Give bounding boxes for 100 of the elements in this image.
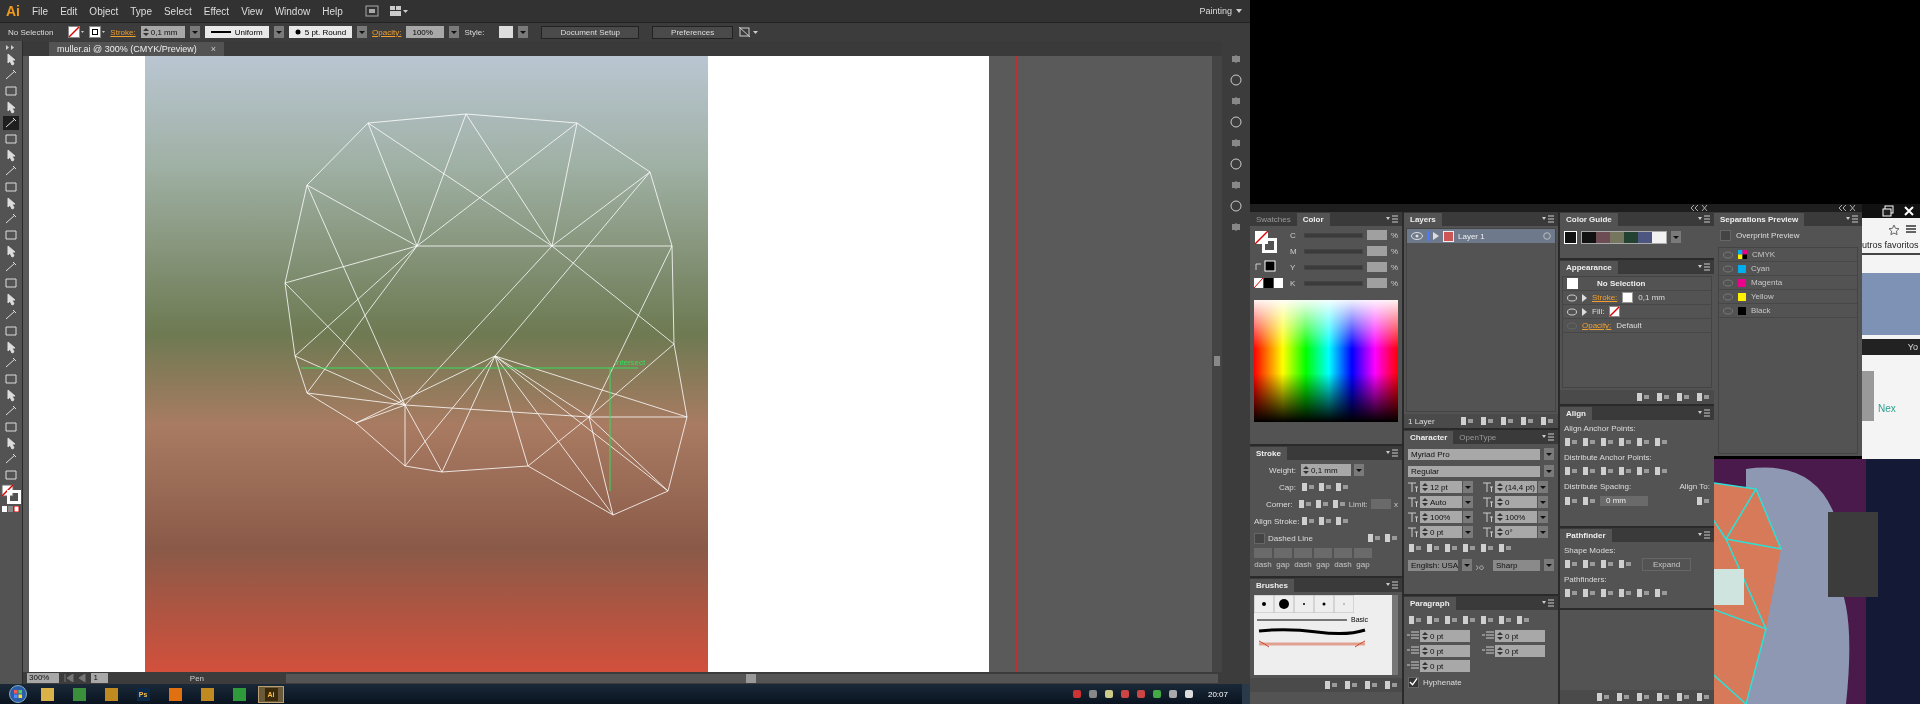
artboard-field[interactable]: 1	[91, 673, 108, 683]
video-title: Yo	[1907, 342, 1918, 352]
panel-tab[interactable]: Layers	[1404, 213, 1442, 226]
attribute-value: Default	[1616, 321, 1642, 330]
field-label: Corner:	[1264, 499, 1293, 509]
weight-field[interactable]: 0,1 mm	[1301, 464, 1351, 476]
unit-label: x	[1394, 499, 1398, 509]
font-family-dropdown[interactable]: Myriad Pro	[1408, 448, 1540, 460]
document-tab[interactable]: muller.ai @ 300% (CMYK/Preview) ×	[49, 42, 224, 56]
panel-tab[interactable]: Brushes	[1250, 579, 1294, 592]
toolbar-button[interactable]: Document Setup	[541, 25, 640, 39]
selection-label: No Selection	[8, 27, 54, 37]
type-setting-field[interactable]: (14,4 pt)	[1495, 481, 1537, 493]
type-setting-field[interactable]: 100%	[1420, 511, 1462, 523]
selection-label: No Selection	[1596, 279, 1646, 288]
unit-label: %	[1390, 246, 1398, 256]
plate-name: Black	[1751, 306, 1771, 315]
opacity-field[interactable]: 100%	[406, 26, 445, 38]
indent-field[interactable]: 0 pt	[1495, 645, 1545, 657]
spacing-field[interactable]: 0 mm	[1600, 496, 1648, 506]
section-label: Pathfinders:	[1563, 574, 1608, 585]
field-label: dash	[1334, 560, 1352, 569]
section-label: Align Anchor Points:	[1563, 423, 1637, 434]
unit-label: %	[1390, 230, 1398, 240]
menu-item[interactable]: Type	[130, 5, 152, 17]
type-setting-field[interactable]: 12 pt	[1420, 481, 1462, 493]
unit-label: %	[1390, 262, 1398, 272]
checkbox-label: Overprint Preview	[1736, 231, 1800, 240]
menu-item[interactable]: Help	[322, 5, 343, 17]
type-setting-field[interactable]: Auto	[1420, 496, 1462, 508]
menu-item[interactable]: File	[32, 5, 49, 17]
layer-count: 1 Layer	[1408, 416, 1435, 426]
layer-name: Layer 1	[1458, 231, 1485, 241]
workspace-switcher[interactable]: Painting	[1199, 6, 1242, 16]
indent-field[interactable]: 0 pt	[1420, 660, 1470, 672]
field-label: Cap:	[1278, 482, 1296, 492]
toolbar-button[interactable]: Preferences	[652, 25, 734, 39]
current-tool-label: Pen	[188, 673, 206, 683]
indent-field[interactable]: 0 pt	[1420, 630, 1470, 642]
brush-dropdown[interactable]: 5 pt. Round	[288, 26, 353, 38]
plate-name: Cyan	[1751, 264, 1770, 273]
app-logo: Ai	[6, 3, 20, 19]
layer-row[interactable]: Layer 1	[1407, 229, 1555, 243]
channel-label: K	[1290, 278, 1297, 288]
panel-tab[interactable]: Appearance	[1560, 261, 1618, 274]
type-setting-field[interactable]: 0	[1495, 496, 1537, 508]
language-dropdown[interactable]: English: USA	[1408, 559, 1459, 571]
attribute-label[interactable]: Opacity:	[1582, 321, 1612, 330]
profile-dropdown[interactable]: Uniform	[204, 26, 269, 38]
menu-item[interactable]: View	[241, 5, 263, 17]
type-setting-field[interactable]: 0 pt	[1420, 526, 1462, 538]
checkbox-label: Dashed Line	[1268, 533, 1313, 543]
field-label: Limit:	[1348, 499, 1368, 509]
plate-name: Yellow	[1751, 292, 1774, 301]
clock: 20:07	[1207, 689, 1228, 699]
panel-tab[interactable]: Stroke	[1250, 447, 1287, 460]
menu-item[interactable]: Window	[274, 5, 311, 17]
menu-item[interactable]: Select	[163, 5, 192, 17]
channel-label: M	[1290, 246, 1298, 256]
attribute-value: 0,1 mm	[1638, 293, 1665, 302]
panel-tab[interactable]: Color	[1296, 213, 1330, 226]
close-tab-button[interactable]: ×	[210, 44, 216, 54]
font-style-dropdown[interactable]: Regular	[1408, 465, 1540, 477]
plate-name: CMYK	[1752, 250, 1776, 259]
field-label: dash	[1294, 560, 1312, 569]
attribute-label[interactable]: Stroke:	[1592, 293, 1618, 302]
section-label: Align To:	[1679, 481, 1710, 491]
attribute-label: Fill:	[1592, 307, 1605, 316]
expand-button[interactable]: Expand	[1642, 557, 1692, 571]
unit-label: %	[1390, 278, 1398, 288]
plate-name: Magenta	[1751, 278, 1783, 287]
menu-item[interactable]: Effect	[203, 5, 230, 17]
anti-aliasing-dropdown[interactable]: Sharp	[1493, 559, 1540, 571]
panel-tab[interactable]: Separations Preview	[1714, 213, 1805, 226]
field-label: gap	[1356, 560, 1370, 569]
section-label: Distribute Anchor Points:	[1563, 452, 1653, 463]
panel-tab[interactable]: Pathfinder	[1560, 529, 1612, 542]
field-label: gap	[1276, 560, 1290, 569]
zoom-field[interactable]: 300%	[27, 673, 60, 683]
section-label: Shape Modes:	[1563, 545, 1617, 556]
type-setting-field[interactable]: 0°	[1495, 526, 1537, 538]
section-label: Distribute Spacing:	[1564, 481, 1632, 491]
indent-field[interactable]: 0 pt	[1495, 630, 1545, 642]
opacity-link[interactable]: Opacity:	[372, 27, 402, 37]
menu-item[interactable]: Object	[89, 5, 119, 17]
panel-tab[interactable]: OpenType	[1453, 431, 1503, 444]
menu-item[interactable]: Edit	[60, 5, 78, 17]
panel-tab[interactable]: Paragraph	[1404, 597, 1456, 610]
panel-tab[interactable]: Color Guide	[1560, 213, 1618, 226]
type-setting-field[interactable]: 100%	[1495, 511, 1537, 523]
field-label: dash	[1254, 560, 1272, 569]
indent-field[interactable]: 0 pt	[1420, 645, 1470, 657]
panel-tab[interactable]: Character	[1404, 431, 1454, 444]
channel-label: Y	[1290, 262, 1297, 272]
stroke-link[interactable]: Stroke:	[110, 27, 136, 37]
panel-tab[interactable]: Align	[1560, 407, 1592, 420]
stroke-weight-field[interactable]: 0,1 mm	[140, 26, 185, 38]
field-label: gap	[1316, 560, 1330, 569]
panel-tab[interactable]: Swatches	[1250, 213, 1297, 226]
checkbox-label: Hyphenate	[1423, 677, 1462, 687]
